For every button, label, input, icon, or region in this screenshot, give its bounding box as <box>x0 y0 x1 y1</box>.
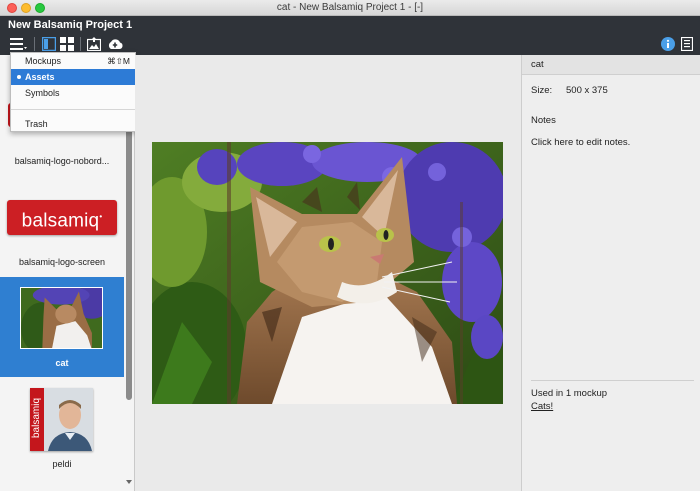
cat-image-preview <box>152 142 503 404</box>
asset-label[interactable]: cat <box>0 358 124 368</box>
menu-divider <box>11 109 135 110</box>
info-icon[interactable] <box>661 37 675 51</box>
peldi-thumbnail[interactable]: balsamiq <box>30 388 93 451</box>
toolbar-divider <box>80 37 81 51</box>
asset-label[interactable]: peldi <box>0 459 124 469</box>
app-window: cat - New Balsamiq Project 1 - [-] New B… <box>0 0 700 491</box>
size-label: Size: <box>531 85 553 96</box>
logo-text: balsamiq <box>21 210 100 232</box>
project-toolbar: New Balsamiq Project 1 <box>0 16 700 55</box>
menu-item-assets[interactable]: Assets <box>11 69 135 85</box>
hamburger-menu-icon[interactable] <box>10 37 28 51</box>
scroll-down-icon[interactable] <box>126 480 132 484</box>
cat-thumbnail[interactable] <box>20 287 103 349</box>
inspector-panel: cat Size: 500 x 375 Notes Click here to … <box>521 55 700 491</box>
menu-item-shortcut: ⌘⇧M <box>107 56 130 66</box>
view-mode-menu: Mockups ⌘⇧M Assets Symbols Trash <box>10 52 136 132</box>
menu-item-symbols[interactable]: Symbols <box>11 85 135 101</box>
notes-field[interactable]: Click here to edit notes. <box>531 137 630 148</box>
mockup-link[interactable]: Cats! <box>531 401 553 412</box>
cloud-upload-icon[interactable] <box>107 37 123 51</box>
asset-label[interactable]: balsamiq-logo-nobord... <box>0 156 124 166</box>
logo-text: balsamiq <box>31 397 42 439</box>
notes-icon[interactable] <box>681 37 695 51</box>
single-panel-view-icon[interactable] <box>42 37 56 51</box>
asset-label[interactable]: balsamiq-logo-screen <box>0 257 124 267</box>
usage-text: Used in 1 mockup <box>531 388 608 399</box>
toolbar-divider <box>34 37 35 51</box>
divider <box>531 380 694 381</box>
menu-item-label: Symbols <box>25 88 60 98</box>
asset-name-header: cat <box>522 55 700 75</box>
selected-dot-icon <box>17 75 21 79</box>
title-bar: cat - New Balsamiq Project 1 - [-] <box>0 0 700 16</box>
size-value: 500 x 375 <box>566 85 608 96</box>
menu-item-label: Trash <box>25 119 48 129</box>
menu-item-label: Mockups <box>25 56 62 66</box>
menu-item-label: Assets <box>25 72 55 82</box>
notes-label: Notes <box>531 115 556 126</box>
balsamiq-logo-thumbnail[interactable]: balsamiq• <box>7 200 117 235</box>
project-name: New Balsamiq Project 1 <box>8 19 133 31</box>
import-image-icon[interactable] <box>87 37 101 51</box>
menu-item-trash[interactable]: Trash <box>11 116 135 132</box>
window-title: cat - New Balsamiq Project 1 - [-] <box>276 2 424 13</box>
menu-item-mockups[interactable]: Mockups ⌘⇧M <box>11 53 135 69</box>
grid-view-icon[interactable] <box>60 37 74 51</box>
